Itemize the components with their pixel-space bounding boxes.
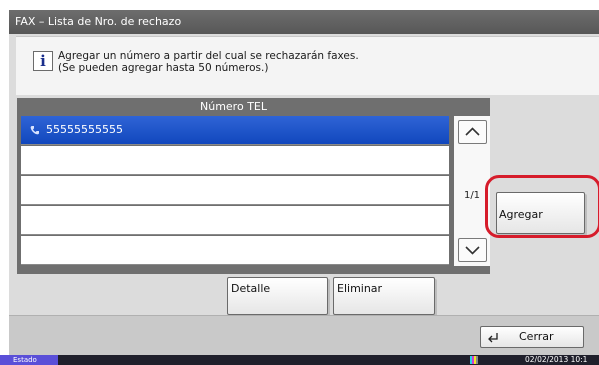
list-row-1[interactable]: 55555555555 — [21, 116, 449, 145]
footer-bar: Cerrar — [9, 315, 599, 356]
list-header: Número TEL — [200, 100, 267, 113]
delete-button[interactable]: Eliminar — [333, 277, 435, 315]
number-list: 55555555555 — [21, 116, 449, 266]
return-arrow-icon — [488, 333, 498, 343]
close-button-label: Cerrar — [519, 330, 554, 343]
info-message: Agregar un número a partir del cual se r… — [58, 50, 359, 74]
phone-icon — [30, 126, 39, 135]
chevron-up-icon — [465, 127, 480, 136]
toner-status-icon — [470, 356, 480, 364]
date-time: 02/02/2013 10:1 — [525, 355, 588, 364]
scroll-down-button[interactable] — [458, 238, 487, 262]
scroll-up-button[interactable] — [458, 120, 487, 144]
info-icon: i — [33, 51, 53, 71]
list-row-5[interactable] — [21, 236, 449, 265]
status-button[interactable]: Estado — [0, 355, 58, 365]
list-row-label: 55555555555 — [46, 123, 123, 136]
number-list-panel: Número TEL 55555555555 1/1 — [17, 98, 490, 274]
chevron-down-icon — [465, 246, 480, 255]
info-line-2: (Se pueden agregar hasta 50 números.) — [58, 62, 269, 74]
window-title: FAX – Lista de Nro. de rechazo — [9, 10, 599, 34]
add-button-highlight — [485, 175, 599, 238]
list-row-2[interactable] — [21, 146, 449, 175]
list-row-4[interactable] — [21, 206, 449, 235]
detail-button[interactable]: Detalle — [227, 277, 328, 315]
info-line-1: Agregar un número a partir del cual se r… — [58, 50, 359, 62]
status-bar: Estado 02/02/2013 10:1 — [0, 355, 599, 365]
info-panel: i Agregar un número a partir del cual se… — [16, 36, 599, 95]
list-row-3[interactable] — [21, 176, 449, 205]
close-button[interactable]: Cerrar — [480, 326, 584, 348]
